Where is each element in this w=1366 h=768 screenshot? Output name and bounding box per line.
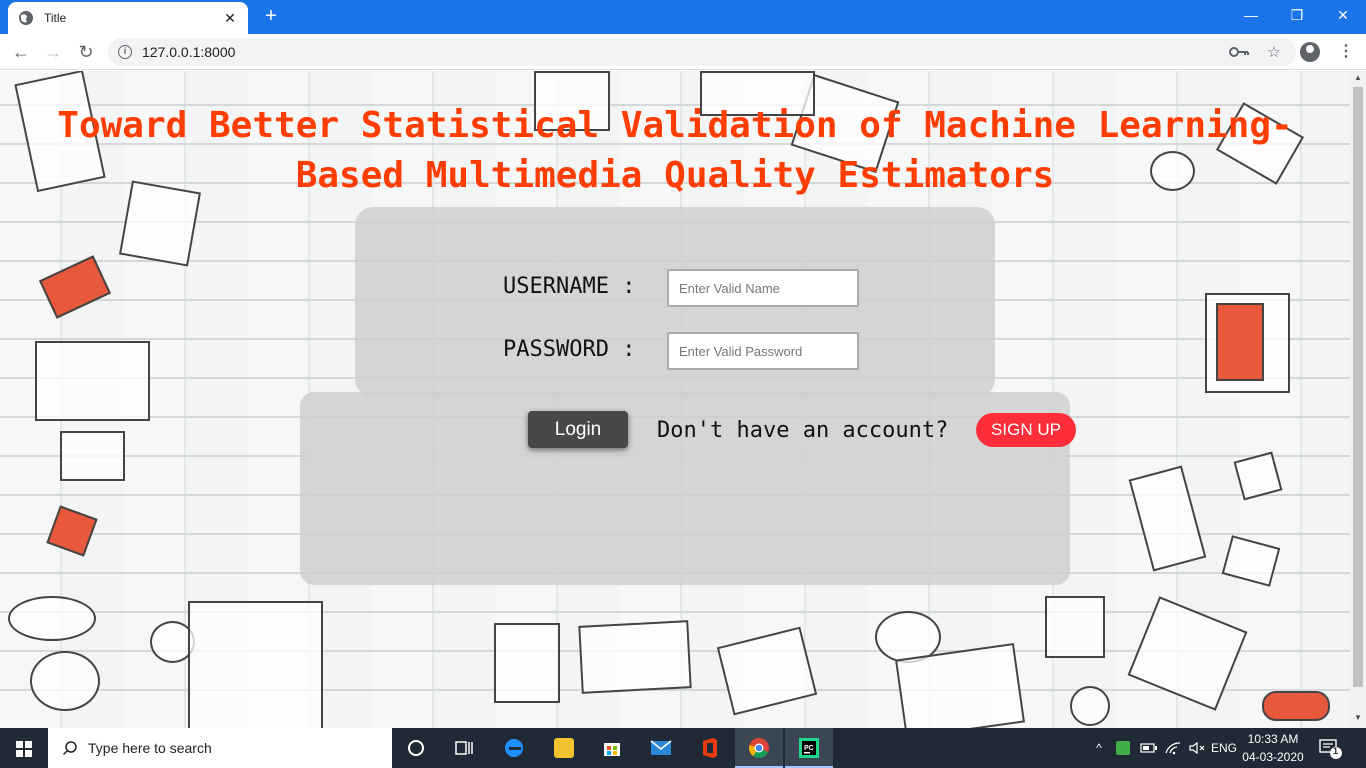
tab-close-icon[interactable]: ✕ [222,10,238,27]
search-placeholder: Type here to search [88,740,212,756]
scroll-up-icon[interactable]: ▲ [1354,73,1362,82]
chrome-icon[interactable] [735,728,783,768]
browser-toolbar: ← → ↻ i 127.0.0.1:8000 ☆ [0,34,1366,70]
doodle-notepad [1233,451,1283,501]
restore-button[interactable]: ❐ [1274,0,1320,30]
cortana-icon[interactable] [392,728,440,768]
forward-button[interactable]: → [41,40,65,64]
browser-menu-icon[interactable]: ⋮ [1334,40,1358,64]
close-window-button[interactable]: ✕ [1320,0,1366,30]
clock-date: 04-03-2020 [1242,750,1304,764]
svg-text:PC: PC [804,745,814,752]
login-panel [300,207,1070,585]
scrollbar-thumb[interactable] [1353,87,1363,687]
new-tab-button[interactable]: + [258,4,284,30]
key-icon[interactable] [1228,44,1252,60]
info-icon[interactable]: i [118,45,132,59]
page-title: Toward Better Statistical Validation of … [57,105,1293,196]
doodle-calendar [35,341,150,421]
doodle-card-right [1221,535,1281,587]
volume-muted-icon[interactable] [1186,728,1208,768]
clock-time: 10:33 AM [1247,732,1299,746]
signup-button[interactable]: SIGN UP [976,413,1076,447]
windows-logo-icon [16,741,32,757]
globe-icon [19,11,33,25]
login-button[interactable]: Login [528,411,628,448]
no-account-text: Don't have an account? [657,418,949,443]
doodle-planner [578,620,692,694]
taskbar-search[interactable]: Type here to search [48,728,392,768]
office-icon[interactable] [686,728,734,768]
doodle-tablet-screen [1216,303,1264,381]
start-button[interactable] [0,728,48,768]
reload-button[interactable]: ↻ [74,40,98,64]
scroll-down-icon[interactable]: ▼ [1354,713,1362,722]
username-label: USERNAME : [503,274,636,299]
notification-center-icon[interactable]: 1 [1318,736,1342,760]
doodle-sticky-note [46,505,98,557]
password-label: PASSWORD : [503,337,636,362]
doodle-calculator [494,623,560,703]
profile-avatar[interactable] [1300,42,1320,62]
windows-taskbar: Type here to search PC ^ ENG 10:33 AM 04… [0,728,1366,768]
notification-count: 1 [1333,746,1339,756]
mail-icon[interactable] [637,728,685,768]
doodle-plate [8,596,96,641]
browser-titlebar: Title ✕ + — ❐ ✕ [0,0,1366,34]
doodle-wallet [1045,596,1105,658]
page-viewport: Toward Better Statistical Validation of … [0,71,1350,728]
store-icon[interactable] [588,728,636,768]
wifi-icon[interactable] [1162,728,1184,768]
doodle-pen-holder [716,626,818,716]
doodle-watch [1070,686,1110,726]
doodle-teapot [30,651,100,711]
file-explorer-icon[interactable] [540,728,588,768]
tab-title: Title [44,11,67,25]
edge-icon[interactable] [490,728,538,768]
task-view-icon[interactable] [440,728,488,768]
doodle-phone [38,255,112,319]
battery-icon[interactable] [1138,728,1160,768]
minimize-button[interactable]: — [1228,0,1274,30]
password-input[interactable] [667,332,859,370]
address-bar[interactable]: i 127.0.0.1:8000 ☆ [108,38,1296,66]
username-input[interactable] [667,269,859,307]
doodle-laptop [188,601,323,728]
doodle-tablet [1127,596,1248,711]
back-button[interactable]: ← [9,40,33,64]
tray-chevron-up-icon[interactable]: ^ [1090,728,1108,768]
search-icon [62,741,77,756]
url-text[interactable]: 127.0.0.1:8000 [142,44,1228,60]
page-scrollbar[interactable]: ▲ ▼ [1350,71,1366,728]
language-indicator[interactable]: ENG [1208,728,1240,768]
bookmark-star-icon[interactable]: ☆ [1262,43,1286,61]
taskbar-clock[interactable]: 10:33 AM 04-03-2020 [1240,730,1306,766]
tray-app-icon[interactable] [1112,728,1134,768]
doodle-folder [1128,465,1207,572]
doodle-grid-card [60,431,125,481]
pycharm-icon[interactable]: PC [785,728,833,768]
browser-tab[interactable]: Title ✕ [8,2,248,34]
doodle-stapler [1262,691,1330,721]
